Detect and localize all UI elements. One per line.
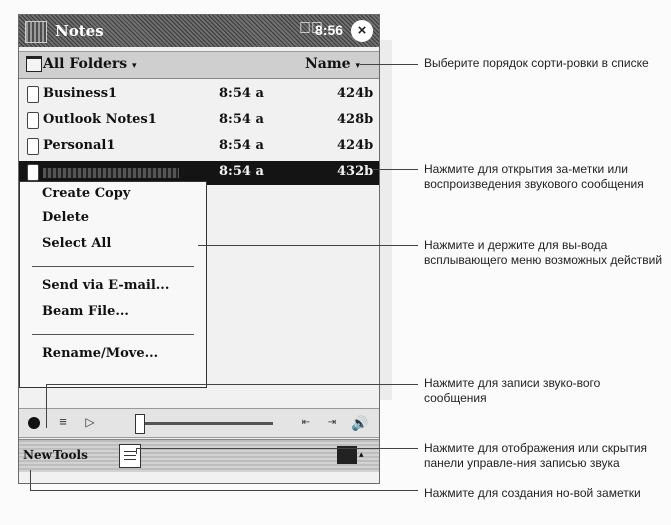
menu-item-beam-file[interactable]: Beam File... (42, 304, 129, 319)
leader-line (46, 384, 47, 428)
note-size: 424b (337, 86, 374, 101)
playback-slider[interactable] (137, 422, 273, 425)
close-icon: × (357, 22, 367, 39)
volume-icon[interactable]: 🔊 (349, 413, 371, 433)
note-time: 8:54 a (219, 138, 264, 153)
app-title: Notes (55, 22, 104, 40)
chevron-down-icon: ▾ (132, 61, 137, 71)
command-bar: New Tools ▴ (19, 439, 379, 472)
record-button[interactable] (28, 417, 40, 429)
note-icon (27, 138, 39, 155)
note-size: 428b (337, 112, 374, 127)
note-name: Outlook Notes1 (43, 112, 157, 127)
list-item[interactable]: Personal1 8:54 a 424b (19, 135, 379, 159)
leader-line (30, 490, 418, 491)
note-size: 432b (337, 164, 374, 179)
note-icon (27, 86, 39, 103)
list-item[interactable]: Outlook Notes1 8:54 a 428b (19, 109, 379, 133)
callout-sort-order: Выберите порядок сорти-ровки в списке (424, 56, 649, 70)
note-name: Personal1 (43, 138, 116, 153)
chevron-down-icon: ▾ (355, 61, 360, 71)
menu-divider (32, 266, 194, 267)
callout-hold-menu: Нажмите и держите для вы-вода всплывающе… (424, 238, 663, 267)
folder-bar: All Folders ▾ Name ▾ (19, 51, 379, 79)
note-icon (27, 112, 39, 129)
note-time: 8:54 a (219, 86, 264, 101)
note-time: 8:54 a (219, 112, 264, 127)
list-icon[interactable]: ≡ (54, 413, 72, 431)
callout-record: Нажмите для записи звуко-вого сообщения (424, 376, 601, 405)
folder-dropdown[interactable]: All Folders ▾ (43, 56, 137, 72)
start-menu-icon[interactable] (25, 21, 47, 43)
note-icon (27, 164, 39, 181)
selected-note-name (43, 168, 179, 178)
folder-label: All Folders (43, 56, 128, 72)
tools-menu[interactable]: Tools (53, 448, 88, 462)
menu-item-create-copy[interactable]: Create Copy (42, 186, 130, 201)
close-button[interactable]: × (351, 20, 373, 42)
chevron-up-icon[interactable]: ▴ (359, 449, 364, 460)
leader-line (46, 384, 418, 385)
menu-divider (32, 334, 194, 335)
folder-icon (26, 56, 42, 72)
title-bar: Notes ◀ﾞ 8:56 × (19, 15, 379, 47)
context-menu: Create Copy Delete Select All Send via E… (19, 181, 207, 388)
recording-toolbar: ≡ ▷ ⇤ ⇥ 🔊 (19, 408, 379, 438)
fast-forward-icon[interactable]: ⇥ (321, 414, 343, 432)
clock[interactable]: 8:56 (315, 22, 343, 38)
slider-thumb[interactable] (135, 414, 145, 434)
leader-line (30, 470, 31, 490)
menu-item-send-email[interactable]: Send via E-mail... (42, 278, 169, 293)
leader-line (136, 448, 418, 449)
note-size: 424b (337, 138, 374, 153)
note-time: 8:54 a (219, 164, 264, 179)
list-item[interactable]: Business1 8:54 a 424b (19, 83, 379, 107)
note-name: Business1 (43, 86, 118, 101)
leader-line (360, 64, 418, 65)
leader-line (372, 169, 418, 170)
sort-label: Name (305, 56, 351, 72)
menu-item-delete[interactable]: Delete (42, 210, 89, 225)
play-icon[interactable]: ▷ (81, 413, 99, 431)
menu-item-select-all[interactable]: Select All (42, 236, 111, 251)
device-screen: Notes ◀ﾞ 8:56 × All Folders ▾ Name ▾ Bus… (18, 14, 380, 484)
leader-line (136, 448, 137, 454)
callout-open-note: Нажмите для открытия за-метки или воспро… (424, 162, 644, 191)
callout-toggle-panel: Нажмите для отображения или скрытия пане… (424, 441, 648, 470)
callout-new-note: Нажмите для создания но-вой заметки (424, 486, 641, 500)
menu-item-rename-move[interactable]: Rename/Move... (42, 346, 158, 361)
sort-dropdown[interactable]: Name ▾ (305, 56, 360, 72)
rewind-icon[interactable]: ⇤ (295, 414, 317, 432)
new-button[interactable]: New (23, 448, 52, 462)
leader-line (198, 245, 418, 246)
